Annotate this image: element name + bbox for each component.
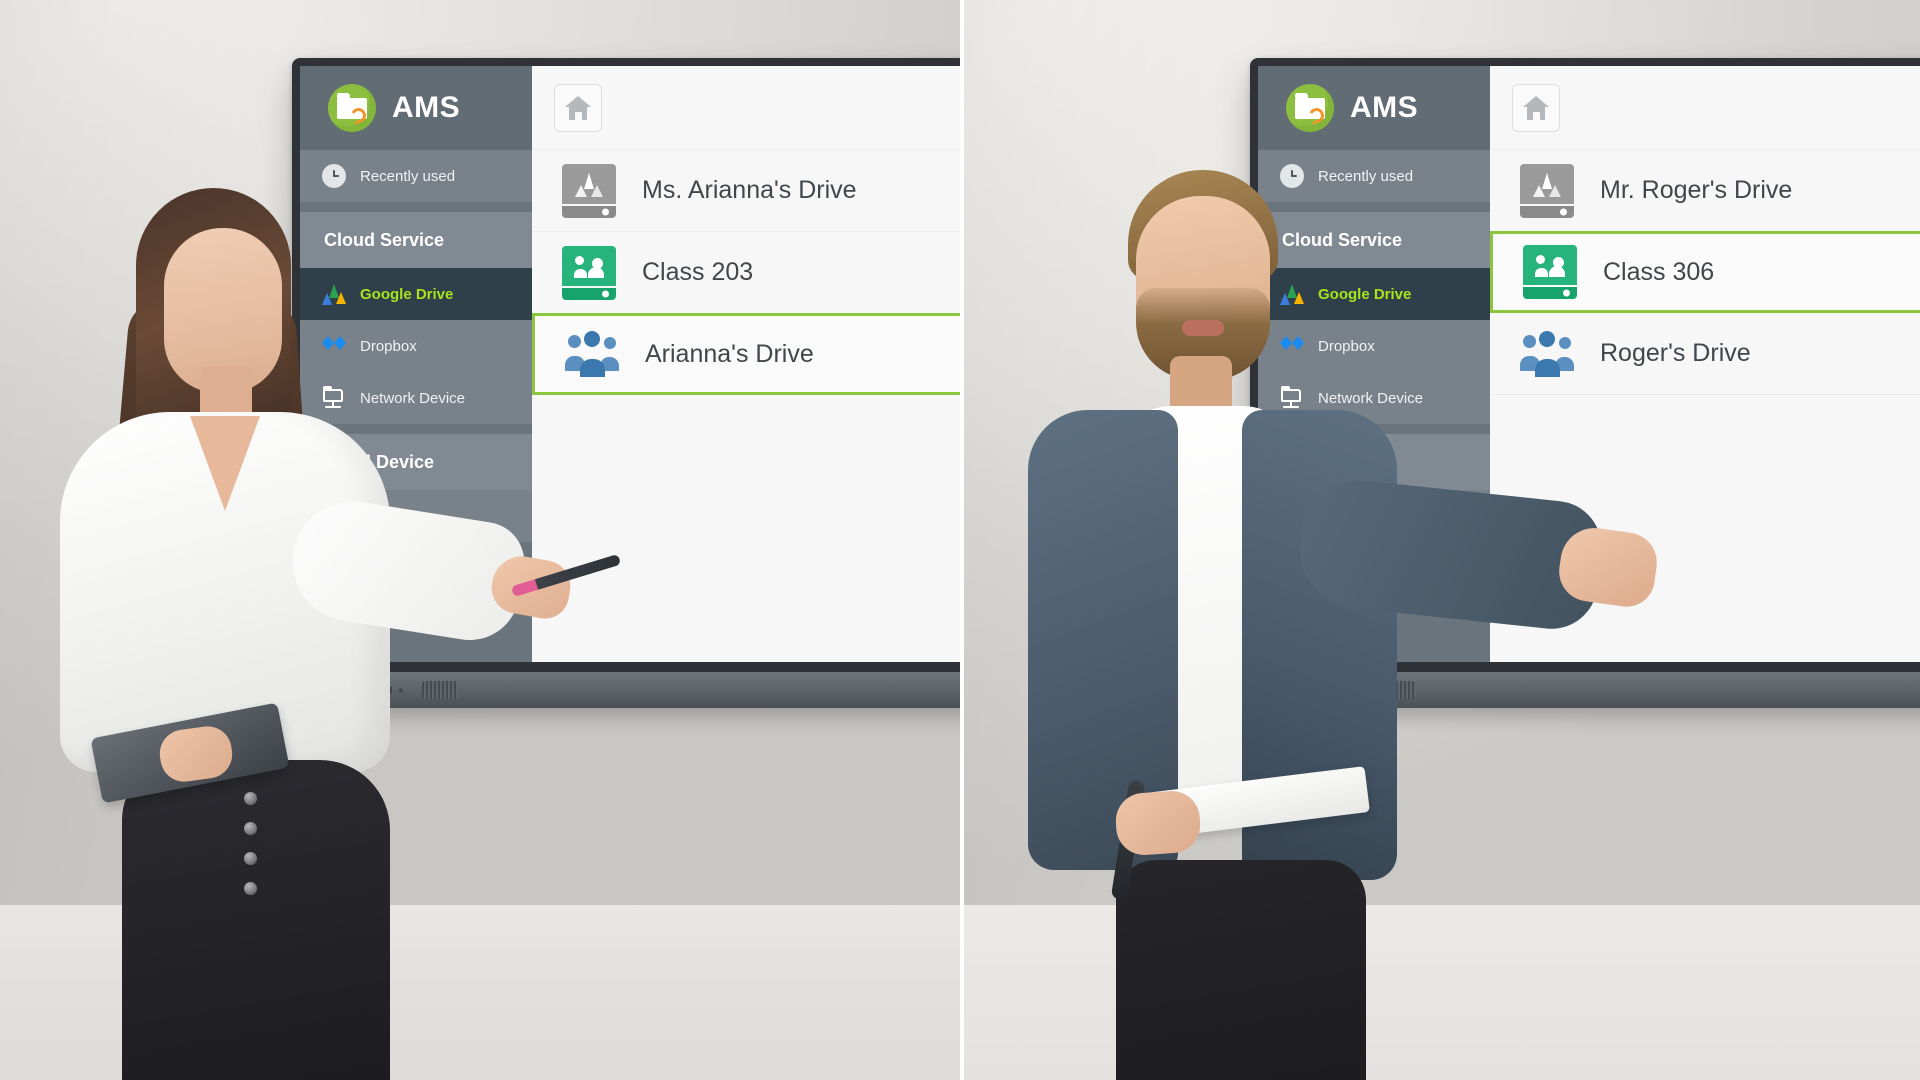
sidebar-item-label: Google Drive <box>1318 285 1412 303</box>
shared-drive-icon <box>562 245 616 300</box>
google-drive-icon <box>1280 283 1304 305</box>
display-chin-right <box>1250 672 1920 708</box>
sidebar-item-label: Recently used <box>1318 167 1414 185</box>
people-group-icon <box>1520 330 1574 377</box>
file-list-panel-right: Mr. Roger's Drive Class 306 Roger's Driv… <box>1490 66 1920 662</box>
panel-divider <box>960 0 964 1080</box>
file-list-panel-left: Ms. Arianna's Drive Class 203 Arianna's … <box>532 66 960 662</box>
home-icon <box>1523 95 1549 120</box>
shared-drive-icon <box>1523 245 1577 299</box>
app-title: AMS <box>392 91 461 124</box>
folder-clip-icon <box>328 84 376 132</box>
speaker-grille <box>1380 681 1416 699</box>
display-chin-left <box>292 672 960 708</box>
toolbar-left <box>532 66 960 150</box>
left-scene: AMS Recently used Cloud Service Google D… <box>0 0 960 1080</box>
sidebar-divider <box>1258 424 1490 434</box>
google-drive-disk-icon <box>562 163 616 218</box>
file-row[interactable]: Mr. Roger's Drive <box>1490 150 1920 232</box>
clock-icon <box>1280 164 1304 188</box>
sidebar-divider <box>300 424 532 434</box>
internal-storage-icon <box>322 511 332 521</box>
port-row <box>344 686 403 694</box>
file-name: Arianna's Drive <box>645 339 814 368</box>
internal-storage-icon <box>1280 511 1290 521</box>
toolbar-right <box>1490 66 1920 150</box>
sidebar-item-label: Google Drive <box>360 285 454 303</box>
sidebar-group-cloud-service: Cloud Service <box>1258 212 1490 268</box>
app-brand-left: AMS <box>300 66 532 150</box>
file-row[interactable]: Class 203 <box>532 232 960 314</box>
sidebar-item-recently-used[interactable]: Recently used <box>300 150 532 202</box>
port-row <box>1302 686 1361 694</box>
display-screen-left: AMS Recently used Cloud Service Google D… <box>300 66 960 662</box>
file-name: Class 203 <box>642 258 754 286</box>
sidebar-divider <box>300 202 532 212</box>
app-title: AMS <box>1350 91 1419 124</box>
usb-icon <box>1280 563 1290 573</box>
file-name: Roger's Drive <box>1600 339 1751 367</box>
sidebar-right: AMS Recently used Cloud Service Google D… <box>1258 66 1490 662</box>
network-device-icon <box>1280 386 1304 408</box>
interactive-display-left: AMS Recently used Cloud Service Google D… <box>292 58 960 672</box>
sidebar-item-internal[interactable]: Internal <box>300 490 532 542</box>
sidebar-item-label: USB <box>1304 559 1335 577</box>
home-icon <box>565 95 591 120</box>
speaker-grille <box>422 681 458 699</box>
sidebar-item-google-drive[interactable]: Google Drive <box>1258 268 1490 320</box>
sidebar-item-network-device[interactable]: Network Device <box>1258 372 1490 424</box>
network-device-icon <box>322 386 346 408</box>
sidebar-item-label: Network Device <box>1318 389 1424 407</box>
google-drive-icon <box>322 283 346 305</box>
clock-icon <box>322 164 346 188</box>
file-name: Class 306 <box>1603 257 1715 286</box>
google-drive-disk-icon <box>1520 163 1574 218</box>
sidebar-item-label: Dropbox <box>1318 337 1375 355</box>
floor <box>960 905 1920 1080</box>
file-row[interactable]: Roger's Drive <box>1490 313 1920 395</box>
sidebar-item-label: Recently used <box>360 167 456 185</box>
sidebar-group-local-device: Local Device <box>300 434 532 490</box>
sidebar-item-google-drive[interactable]: Google Drive <box>300 268 532 320</box>
file-name: Mr. Roger's Drive <box>1600 176 1793 204</box>
sidebar-item-label: Internal <box>1304 507 1355 525</box>
folder-clip-icon <box>1286 84 1334 132</box>
sidebar-group-cloud-service: Cloud Service <box>300 212 532 268</box>
people-group-icon <box>565 331 619 377</box>
sidebar-item-label: Dropbox <box>360 337 417 355</box>
sidebar-left: AMS Recently used Cloud Service Google D… <box>300 66 532 662</box>
display-screen-right: AMS Recently used Cloud Service Google D… <box>1258 66 1920 662</box>
file-row[interactable]: Ms. Arianna's Drive <box>532 150 960 232</box>
file-row-selected[interactable]: Arianna's Drive <box>532 313 960 395</box>
file-name: Ms. Arianna's Drive <box>642 176 857 204</box>
sidebar-item-recently-used[interactable]: Recently used <box>1258 150 1490 202</box>
sidebar-group-local-device: Local Device <box>1258 434 1490 490</box>
dropbox-icon <box>322 335 346 357</box>
sidebar-item-usb[interactable]: USB <box>1258 542 1490 594</box>
product-shot-stage: AMS Recently used Cloud Service Google D… <box>0 0 1920 1080</box>
right-scene: AMS Recently used Cloud Service Google D… <box>960 0 1920 1080</box>
sidebar-item-dropbox[interactable]: Dropbox <box>300 320 532 372</box>
home-button[interactable] <box>1512 83 1560 132</box>
sidebar-divider <box>1258 202 1490 212</box>
app-brand-right: AMS <box>1258 66 1490 150</box>
sidebar-item-internal[interactable]: Internal <box>1258 490 1490 542</box>
sidebar-item-network-device[interactable]: Network Device <box>300 372 532 424</box>
sidebar-item-label: Internal <box>346 507 397 525</box>
sidebar-item-dropbox[interactable]: Dropbox <box>1258 320 1490 372</box>
file-row-selected[interactable]: Class 306 <box>1490 231 1920 313</box>
sidebar-item-label: Network Device <box>360 389 466 407</box>
dropbox-icon <box>1280 335 1304 357</box>
home-button[interactable] <box>554 83 602 132</box>
interactive-display-right: AMS Recently used Cloud Service Google D… <box>1250 58 1920 672</box>
floor <box>0 905 960 1080</box>
